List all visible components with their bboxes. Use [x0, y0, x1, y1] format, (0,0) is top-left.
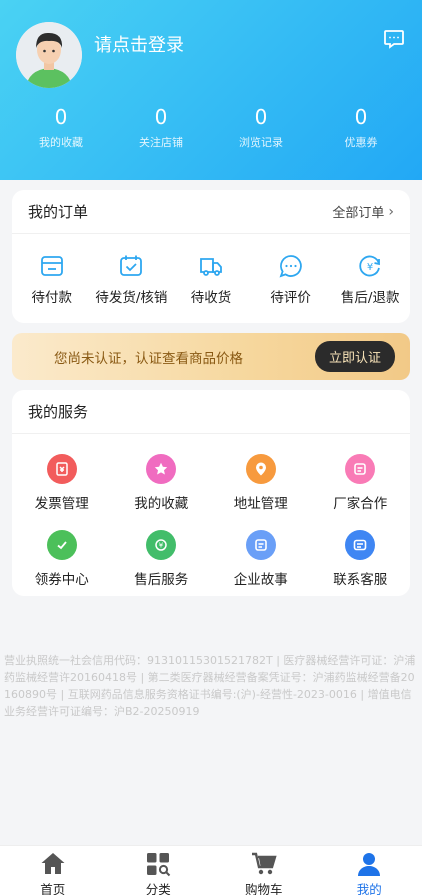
home-icon: [41, 853, 65, 874]
stat-followed-shops[interactable]: 0 关注店铺: [111, 104, 211, 150]
order-label: 待评价: [270, 290, 311, 306]
stat-label: 浏览记录: [239, 136, 283, 149]
star-icon: [146, 454, 177, 484]
order-status-row: 待付款 待发货/核销 待收货 待评价 ¥ 售后/退款: [12, 234, 410, 306]
calendar-check-icon: [120, 255, 143, 276]
service-label: 我的收藏: [134, 496, 189, 512]
customer-service-icon: [345, 530, 376, 560]
all-orders-link[interactable]: 全部订单 ›: [332, 202, 394, 222]
order-pending-payment[interactable]: 待付款: [12, 252, 92, 306]
service-customer-support[interactable]: 联系客服: [311, 530, 411, 588]
invoice-icon: [46, 454, 77, 484]
tab-label: 我的: [356, 882, 382, 895]
order-label: 售后/退款: [340, 290, 400, 306]
category-icon: [147, 853, 171, 877]
login-prompt[interactable]: 请点击登录: [94, 31, 184, 57]
order-after-sale[interactable]: ¥ 售后/退款: [330, 252, 410, 306]
profile-header: 请点击登录 0 我的收藏 0 关注店铺 0 浏览记录 0 优惠券: [0, 0, 422, 180]
service-partnership[interactable]: 厂家合作: [311, 454, 411, 512]
service-address[interactable]: 地址管理: [211, 454, 311, 512]
service-invoice[interactable]: 发票管理: [12, 454, 112, 512]
service-label: 售后服务: [134, 572, 189, 588]
tab-category[interactable]: 分类: [106, 846, 212, 895]
service-label: 领券中心: [34, 572, 89, 588]
coupon-check-icon: [46, 530, 77, 560]
svg-text:¥: ¥: [367, 262, 373, 273]
tab-cart[interactable]: 购物车: [211, 846, 317, 895]
tab-mine[interactable]: 我的: [317, 846, 422, 895]
after-sale-icon: ¥: [146, 530, 177, 560]
service-after-sale[interactable]: ¥ 售后服务: [112, 530, 212, 588]
tab-label: 购物车: [244, 882, 283, 895]
certification-text: 您尚未认证，认证查看商品价格: [54, 350, 243, 367]
stats-row: 0 我的收藏 0 关注店铺 0 浏览记录 0 优惠券: [0, 104, 422, 150]
orders-card: 我的订单 全部订单 › 待付款 待发货/核销 待收货 待评价 ¥ 售后/退款: [12, 190, 410, 323]
stat-favorites[interactable]: 0 我的收藏: [11, 104, 111, 150]
service-favorites[interactable]: 我的收藏: [112, 454, 212, 512]
order-label: 待付款: [31, 290, 73, 306]
orders-title: 我的订单: [28, 203, 89, 221]
order-label: 待发货/核销: [95, 290, 168, 306]
stat-value: 0: [54, 105, 68, 129]
location-pin-icon: [245, 454, 276, 484]
service-label: 企业故事: [233, 572, 288, 588]
tab-label: 首页: [40, 882, 66, 895]
order-pending-review[interactable]: 待评价: [251, 252, 331, 306]
stat-value: 0: [154, 105, 168, 129]
service-label: 联系客服: [333, 572, 388, 588]
truck-icon: [200, 258, 222, 276]
tab-home[interactable]: 首页: [0, 846, 106, 895]
stat-label: 优惠券: [344, 136, 378, 149]
stat-coupons[interactable]: 0 优惠券: [311, 104, 411, 150]
services-title: 我的服务: [28, 403, 89, 421]
stat-value: 0: [354, 105, 368, 129]
cart-icon: [251, 852, 277, 875]
certify-now-button[interactable]: 立即认证: [314, 341, 395, 372]
chevron-right-icon: ›: [388, 203, 394, 220]
wallet-icon: [40, 256, 63, 276]
services-card-header: 我的服务: [12, 390, 410, 434]
services-grid: 发票管理 我的收藏 地址管理 厂家合作 领券中心 ¥ 售后服务 企业故事 联系客…: [12, 434, 410, 588]
service-label: 地址管理: [233, 496, 288, 512]
user-icon: [358, 853, 381, 876]
story-icon: [245, 530, 276, 560]
order-label: 待收货: [190, 290, 232, 306]
bottom-tabbar: 首页 分类 购物车 我的: [0, 845, 422, 895]
stat-history[interactable]: 0 浏览记录: [211, 104, 311, 150]
service-company-story[interactable]: 企业故事: [211, 530, 311, 588]
service-coupon-center[interactable]: 领券中心: [12, 530, 112, 588]
avatar[interactable]: [16, 22, 82, 88]
factory-icon: [345, 454, 376, 484]
yen-refresh-icon: ¥: [359, 255, 381, 277]
orders-card-header: 我的订单 全部订单 ›: [12, 190, 410, 234]
certification-banner: 您尚未认证，认证查看商品价格 立即认证: [12, 333, 410, 380]
stat-label: 我的收藏: [39, 136, 83, 149]
message-icon[interactable]: [382, 27, 406, 51]
svg-text:¥: ¥: [159, 542, 164, 550]
stat-value: 0: [254, 105, 268, 129]
all-orders-label: 全部订单: [332, 206, 385, 221]
tab-label: 分类: [145, 882, 171, 895]
service-label: 发票管理: [34, 496, 89, 512]
stat-label: 关注店铺: [139, 136, 183, 149]
services-card: 我的服务 发票管理 我的收藏 地址管理 厂家合作 领券中心 ¥ 售后服务 企业故…: [12, 390, 410, 596]
license-info: 营业执照统一社会信用代码：91310115301521782T | 医疗器械经营…: [4, 654, 416, 718]
order-pending-shipment[interactable]: 待发货/核销: [92, 252, 172, 306]
order-pending-receipt[interactable]: 待收货: [171, 252, 251, 306]
chat-dots-icon: [279, 255, 302, 278]
service-label: 厂家合作: [333, 496, 388, 512]
